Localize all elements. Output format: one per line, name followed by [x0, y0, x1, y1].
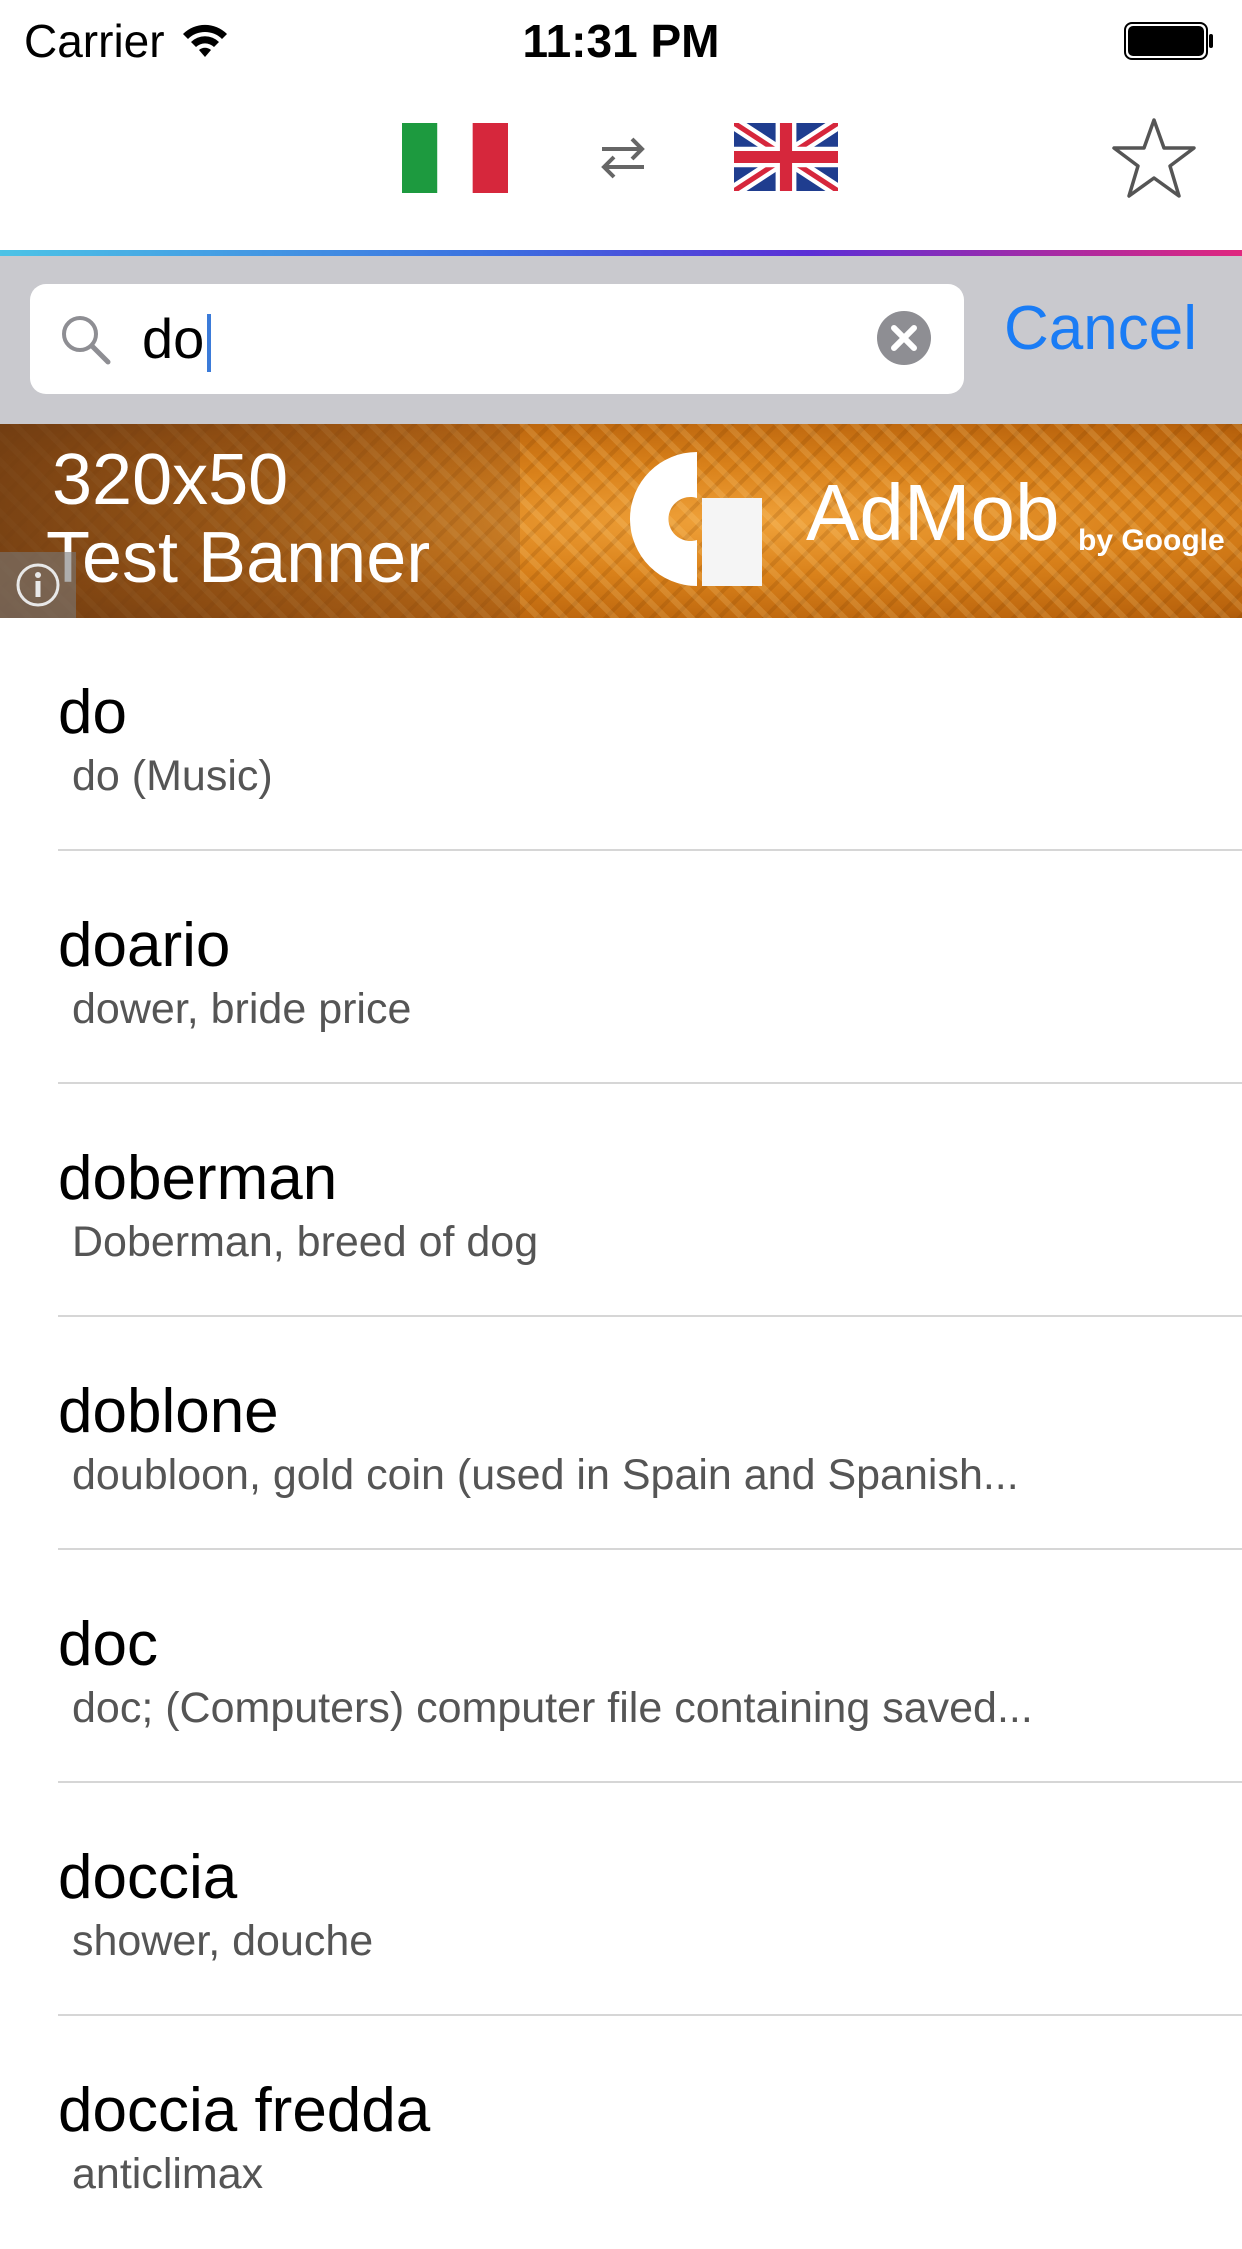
uk-flag-icon[interactable] — [734, 123, 838, 191]
ad-brand-text: AdMob — [806, 468, 1060, 557]
list-item-word: do — [58, 678, 127, 747]
search-query-text: do — [142, 307, 205, 370]
list-item-word: doc — [58, 1610, 158, 1679]
list-item-word: doario — [58, 911, 231, 980]
list-item-word: doccia fredda — [58, 2076, 431, 2145]
search-query[interactable]: do — [142, 304, 212, 374]
ad-brand-subtext: by Google — [1078, 524, 1225, 557]
list-item[interactable]: doc doc; (Computers) computer file conta… — [0, 1550, 1242, 1783]
text-caret — [207, 314, 212, 373]
list-item-definition: doc; (Computers) computer file containin… — [72, 1684, 1033, 1732]
cancel-button[interactable]: Cancel — [1004, 294, 1197, 364]
ad-info-icon[interactable] — [0, 552, 76, 618]
star-icon[interactable] — [1110, 116, 1198, 200]
status-bar: Carrier 11:31 PM — [0, 0, 1242, 84]
nav-bar — [0, 84, 1242, 250]
list-item[interactable]: do do (Music) — [0, 618, 1242, 851]
list-item-word: doblone — [58, 1377, 279, 1446]
list-item-definition: dower, bride price — [72, 985, 412, 1033]
list-item[interactable]: doberman Doberman, breed of dog — [0, 1084, 1242, 1317]
list-item[interactable]: doario dower, bride price — [0, 851, 1242, 1084]
list-item[interactable]: doblone doubloon, gold coin (used in Spa… — [0, 1317, 1242, 1550]
list-item-definition: do (Music) — [72, 752, 273, 800]
ad-label: Test Banner — [46, 518, 431, 598]
list-item-definition: anticlimax — [72, 2150, 264, 2198]
search-input[interactable]: do — [30, 284, 964, 394]
admob-logo-icon — [629, 452, 762, 586]
search-icon — [62, 316, 111, 365]
swap-arrows-icon[interactable] — [598, 132, 648, 182]
list-item[interactable]: doccia fredda anticlimax — [0, 2016, 1242, 2249]
clock: 11:31 PM — [522, 15, 720, 67]
ad-banner[interactable]: 320x50 Test Banner AdMob by Google — [0, 424, 1242, 618]
ad-size-text: 320x50 — [52, 440, 289, 520]
search-bar: do Cancel — [0, 256, 1242, 424]
list-item-definition: shower, douche — [72, 1917, 374, 1965]
list-item-definition: Doberman, breed of dog — [72, 1218, 539, 1266]
list-item-definition: doubloon, gold coin (used in Spain and S… — [72, 1451, 1019, 1499]
clear-search-icon[interactable] — [876, 310, 932, 366]
list-item-word: doberman — [58, 1144, 338, 1213]
italy-flag-icon[interactable] — [402, 123, 508, 193]
results-list: do do (Music) doario dower, bride price … — [0, 618, 1242, 2208]
list-item-word: doccia — [58, 1843, 238, 1912]
battery-icon — [1124, 22, 1213, 60]
list-item[interactable]: doccia shower, douche — [0, 1783, 1242, 2016]
